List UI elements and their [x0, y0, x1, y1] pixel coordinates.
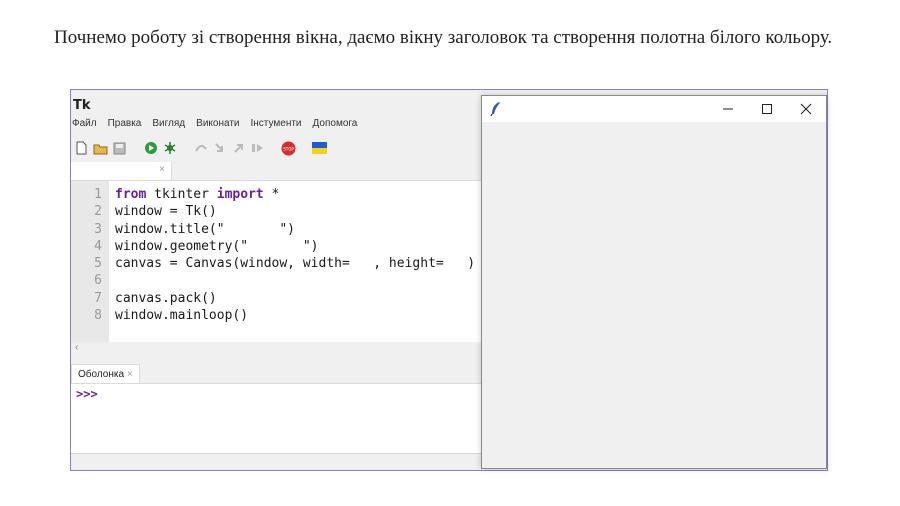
- line-number: 7: [94, 290, 102, 306]
- code-line: canvas = Canvas(window, width= , height=…: [115, 256, 476, 272]
- tk-canvas-area[interactable]: [482, 122, 826, 468]
- code-text: from tkinter import * window = Tk() window…: [115, 186, 475, 324]
- keyword: from: [115, 187, 147, 202]
- debug-icon[interactable]: [162, 141, 177, 156]
- editor-tab[interactable]: ×: [71, 162, 172, 180]
- line-number: 3: [94, 221, 102, 237]
- shell-tabstrip: Оболонка ×: [71, 364, 481, 384]
- step-into-icon[interactable]: [212, 141, 227, 156]
- svg-text:STOP: STOP: [283, 146, 294, 151]
- stop-icon[interactable]: STOP: [281, 141, 296, 156]
- line-number: 4: [94, 238, 102, 254]
- toolbar: STOP: [74, 139, 327, 157]
- shell-tab-label: Оболонка: [78, 369, 125, 380]
- menu-edit[interactable]: Правка: [108, 118, 142, 134]
- shell-tab[interactable]: Оболонка ×: [71, 364, 140, 384]
- menu-help[interactable]: Допомога: [313, 118, 358, 134]
- tk-logo-icon: Tk: [73, 96, 93, 113]
- code-line: from tkinter import *: [115, 187, 280, 202]
- editor-tab-close-icon[interactable]: ×: [159, 164, 165, 175]
- code-editor[interactable]: 1 2 3 4 5 6 7 8 from tkinter import * win…: [71, 180, 481, 343]
- step-over-icon[interactable]: [193, 141, 208, 156]
- maximize-button[interactable]: [755, 99, 779, 119]
- scroll-left-icon[interactable]: ‹: [75, 342, 78, 353]
- keyword: import: [216, 187, 264, 202]
- code-line: window = Tk(): [115, 204, 217, 220]
- code-line: window.mainloop(): [115, 308, 249, 324]
- shell-console[interactable]: >>>: [71, 383, 481, 454]
- step-out-icon[interactable]: [231, 141, 246, 156]
- horizontal-scrollbar[interactable]: ‹: [71, 342, 481, 356]
- feather-icon: [489, 101, 503, 117]
- save-icon[interactable]: [112, 141, 127, 156]
- menubar: Файл Правка Вигляд Виконати Інстументи Д…: [72, 118, 357, 134]
- editor-tabstrip: ×: [71, 162, 481, 180]
- menu-view[interactable]: Вигляд: [152, 118, 185, 134]
- run-icon[interactable]: [143, 141, 158, 156]
- line-number: 2: [94, 204, 102, 220]
- intro-paragraph: Почнемо роботу зі створення вікна, даємо…: [54, 27, 833, 48]
- code-line: canvas.pack(): [115, 290, 217, 306]
- resume-icon[interactable]: [250, 141, 265, 156]
- shell-prompt: >>>: [76, 387, 98, 401]
- new-file-icon[interactable]: [74, 141, 89, 156]
- ukraine-flag-icon[interactable]: [312, 141, 327, 156]
- code-line: window.geometry(" "): [115, 238, 319, 254]
- shell-tab-close-icon[interactable]: ×: [127, 369, 133, 380]
- tk-window: [481, 95, 827, 469]
- menu-tools[interactable]: Інстументи: [251, 118, 302, 134]
- line-number: 5: [94, 256, 102, 272]
- menu-run[interactable]: Виконати: [196, 118, 239, 134]
- svg-text:Tk: Tk: [73, 98, 91, 112]
- close-button[interactable]: [794, 99, 818, 119]
- line-number: 6: [94, 273, 102, 289]
- menu-file[interactable]: Файл: [72, 118, 97, 134]
- open-folder-icon[interactable]: [93, 141, 108, 156]
- line-number: 8: [94, 308, 102, 324]
- tk-window-titlebar[interactable]: [482, 96, 826, 122]
- code-line: window.title(" "): [115, 221, 296, 237]
- minimize-button[interactable]: [716, 99, 740, 119]
- line-number: 1: [94, 187, 102, 202]
- line-numbers: 1 2 3 4 5 6 7 8: [71, 186, 102, 324]
